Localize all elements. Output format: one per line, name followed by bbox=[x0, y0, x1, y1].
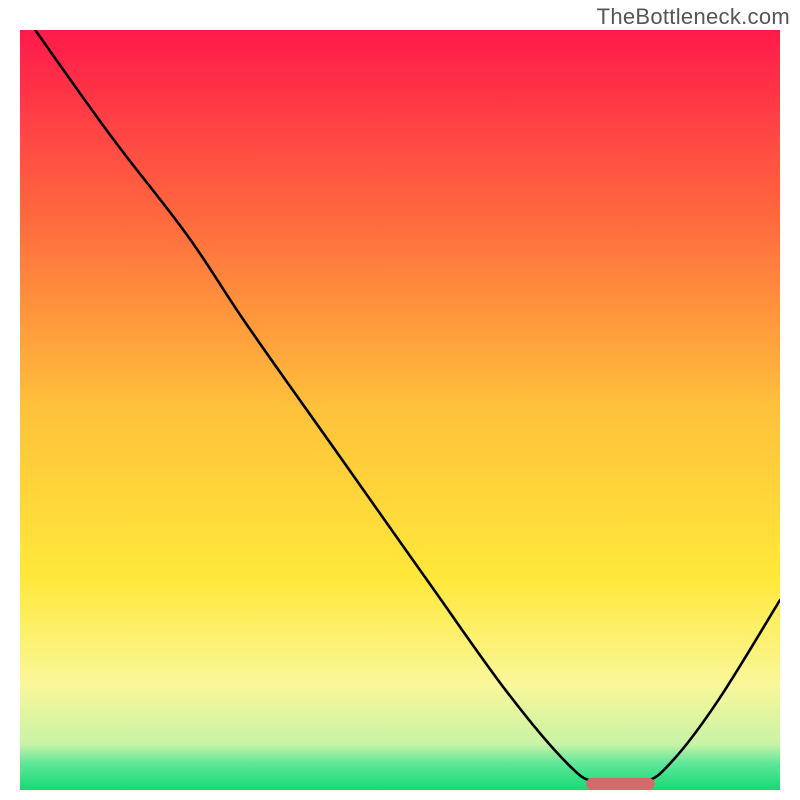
marker-layer bbox=[586, 778, 654, 790]
gradient-background bbox=[20, 30, 780, 790]
chart-svg bbox=[20, 30, 780, 790]
chart-stage: TheBottleneck.com bbox=[0, 0, 800, 800]
watermark-text: TheBottleneck.com bbox=[597, 4, 790, 30]
marker-optimal-marker bbox=[586, 778, 654, 790]
plot-area bbox=[20, 30, 780, 790]
